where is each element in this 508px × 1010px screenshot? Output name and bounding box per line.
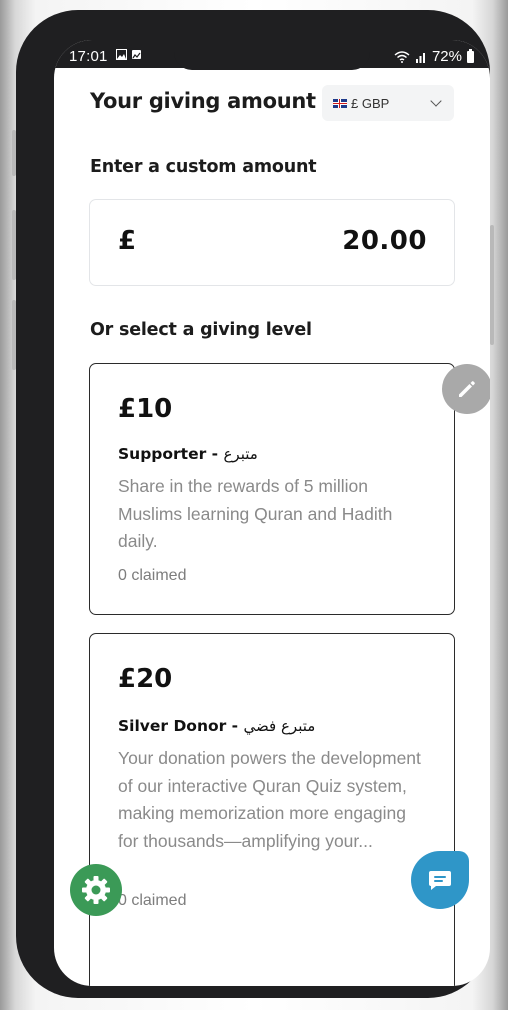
screen: 17:01 72% Your giving amount £ GBP Enter… [54, 40, 490, 986]
image-icon [116, 49, 127, 60]
volume-button [12, 130, 16, 176]
device-frame: 17:01 72% Your giving amount £ GBP Enter… [0, 0, 508, 1010]
level-description: Your donation powers the development of … [118, 748, 421, 851]
giving-form: Your giving amount £ GBP Enter a custom … [54, 68, 490, 986]
level-price: £20 [118, 664, 173, 694]
chat-icon [429, 871, 451, 890]
battery-percent: 72% [431, 48, 462, 65]
uk-flag-icon [333, 98, 347, 108]
phone-body: 17:01 72% Your giving amount £ GBP Enter… [12, 10, 494, 998]
level-name-text: Supporter - [118, 445, 224, 463]
giving-level-card[interactable]: £10 Supporter - متبرع Share in the rewar… [89, 363, 455, 615]
custom-amount-input[interactable]: £ 20.00 [89, 199, 455, 286]
chat-button[interactable] [411, 851, 469, 909]
gallery-icon [132, 50, 141, 59]
camera-notch [174, 40, 370, 70]
level-price: £10 [118, 394, 173, 424]
status-time: 17:01 [69, 48, 108, 65]
pencil-icon [459, 381, 475, 397]
edit-button[interactable] [442, 364, 490, 414]
amount-value: 20.00 [342, 226, 427, 256]
level-claimed: 0 claimed [118, 892, 187, 909]
level-name-text: Silver Donor - [118, 717, 244, 735]
volume-button [12, 210, 16, 280]
signal-icon [415, 52, 425, 63]
level-description: Share in the rewards of 5 million Muslim… [118, 476, 393, 551]
wifi-icon [394, 50, 410, 63]
notification-icons [116, 49, 142, 60]
level-name-arabic: متبرع فضي [243, 717, 316, 735]
level-name: Silver Donor - متبرع فضي [118, 717, 315, 735]
gear-icon [82, 876, 110, 904]
level-name-arabic: متبرع [223, 445, 258, 463]
level-claimed: 0 claimed [118, 567, 187, 584]
status-bar: 17:01 72% [54, 40, 490, 70]
settings-button[interactable] [70, 864, 122, 916]
giving-level-label: Or select a giving level [90, 320, 312, 340]
battery-icon [467, 48, 474, 63]
custom-amount-label: Enter a custom amount [90, 157, 317, 177]
currency-select[interactable]: £ GBP [322, 85, 454, 121]
power-button [490, 225, 494, 345]
level-name: Supporter - متبرع [118, 445, 258, 463]
chevron-down-icon [430, 95, 442, 107]
page-title: Your giving amount [90, 89, 316, 113]
giving-level-card[interactable]: £20 Silver Donor - متبرع فضي Your donati… [89, 633, 455, 986]
currency-symbol: £ [118, 226, 137, 256]
status-right: 72% [394, 48, 474, 65]
side-button [12, 300, 16, 370]
currency-value: £ GBP [351, 95, 390, 111]
